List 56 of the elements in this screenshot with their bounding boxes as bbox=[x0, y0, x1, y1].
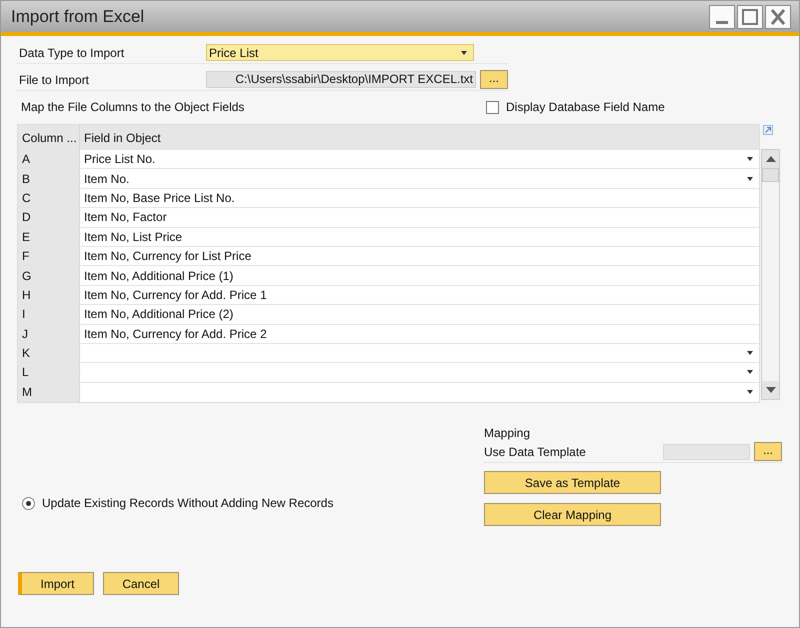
row-header: M bbox=[18, 382, 80, 402]
row-header: B bbox=[18, 169, 80, 188]
caret-icon bbox=[461, 50, 467, 54]
caret-icon bbox=[747, 157, 754, 162]
row-header: H bbox=[18, 286, 80, 304]
radio-label: Update Existing Records Without Adding New Records bbox=[42, 496, 334, 510]
template-field[interactable] bbox=[663, 444, 750, 460]
radio-button[interactable] bbox=[22, 496, 35, 510]
scroll-down-icon[interactable] bbox=[762, 381, 780, 399]
row-header: D bbox=[18, 208, 80, 227]
checkbox[interactable] bbox=[486, 100, 499, 114]
table-cell[interactable]: Item No, List Price bbox=[80, 228, 760, 246]
maximize-icon[interactable] bbox=[737, 4, 763, 28]
data-type-dropdown[interactable]: Price List bbox=[206, 44, 474, 61]
row-header: G bbox=[18, 266, 80, 285]
table-cell[interactable]: Item No, Currency for Add. Price 2 bbox=[80, 324, 760, 343]
table-cell[interactable]: Item No, Factor bbox=[80, 208, 760, 227]
close-icon[interactable] bbox=[765, 4, 791, 28]
table-cell[interactable]: Item No, Additional Price (1) bbox=[80, 266, 760, 285]
row-header: E bbox=[18, 228, 80, 246]
field-label: Use Data Template bbox=[484, 444, 587, 459]
checkbox-label: Display Database Field Name bbox=[506, 100, 665, 114]
table-cell[interactable]: Item No, Currency for Add. Price 1 bbox=[80, 286, 760, 304]
file-path-field[interactable]: C:\Users\ssabir\Desktop\IMPORT EXCEL.txt bbox=[206, 71, 476, 88]
mapping-button[interactable]: Save as Template bbox=[484, 471, 661, 494]
mapping-button[interactable]: Clear Mapping bbox=[484, 503, 661, 526]
row-header: I bbox=[18, 305, 80, 324]
caret-icon bbox=[747, 351, 754, 356]
table-cell[interactable]: Price List No. bbox=[80, 150, 760, 168]
row-header: K bbox=[18, 344, 80, 362]
section-label: Mapping bbox=[484, 426, 532, 442]
caret-icon bbox=[747, 390, 754, 394]
browse-button[interactable]: ... bbox=[754, 442, 782, 462]
row-header: A bbox=[18, 150, 80, 168]
row-header: J bbox=[18, 324, 80, 343]
scroll-thumb[interactable] bbox=[762, 168, 780, 182]
section-label: Map the File Columns to the Object Fields bbox=[20, 100, 246, 114]
table-cell[interactable]: Item No, Additional Price (2) bbox=[80, 305, 760, 324]
table-cell[interactable]: Item No, Base Price List No. bbox=[80, 188, 760, 208]
expand-icon[interactable] bbox=[763, 125, 774, 135]
row-header: F bbox=[18, 246, 80, 266]
row-header: C bbox=[18, 188, 80, 208]
row-header: L bbox=[18, 363, 80, 382]
table-cell[interactable]: Item No. bbox=[80, 169, 760, 188]
caret-icon bbox=[747, 176, 754, 181]
scrollbar[interactable] bbox=[761, 149, 780, 400]
field-label: File to Import bbox=[18, 72, 90, 86]
field-label: Data Type to Import bbox=[18, 46, 126, 60]
table-cell[interactable]: Item No, Currency for List Price bbox=[80, 246, 760, 266]
minimize-icon[interactable] bbox=[709, 4, 735, 28]
caret-icon bbox=[747, 370, 754, 374]
browse-button[interactable]: ... bbox=[480, 70, 508, 89]
window-title: Import from Excel bbox=[11, 6, 144, 26]
default-button[interactable]: Import bbox=[18, 572, 94, 596]
action-button[interactable]: Cancel bbox=[103, 572, 179, 596]
scroll-up-icon[interactable] bbox=[762, 150, 780, 168]
